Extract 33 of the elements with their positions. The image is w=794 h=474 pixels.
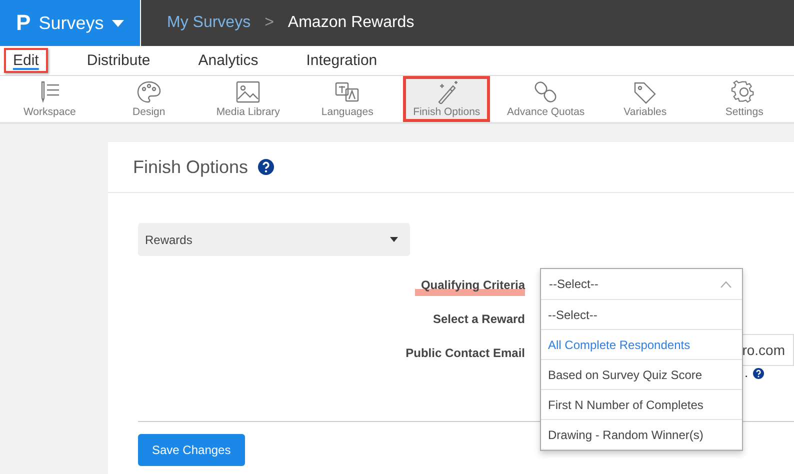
dropdown-option[interactable]: First N Number of Completes <box>541 390 742 420</box>
tab[interactable]: Edit <box>4 48 48 73</box>
caret-icon <box>390 237 398 242</box>
tag-icon <box>632 80 658 104</box>
tab[interactable]: Distribute <box>78 48 160 73</box>
hint-text: . <box>744 366 748 380</box>
palette-icon <box>136 80 162 104</box>
logo: P <box>16 10 31 36</box>
breadcrumb-item[interactable]: My Surveys <box>167 14 251 32</box>
toolbar-button[interactable]: Finish Options <box>403 76 490 122</box>
brand-title: Surveys <box>38 12 104 34</box>
dropdown-option[interactable]: All Complete Respondents <box>541 330 742 360</box>
field-label: Public Contact Email <box>404 345 525 362</box>
help-icon[interactable] <box>258 159 274 175</box>
save-button[interactable]: Save Changes <box>138 434 245 466</box>
tab[interactable]: Analytics <box>189 48 268 73</box>
dropdown-option[interactable]: Drawing - Random Winner(s) <box>541 420 742 450</box>
translate-icon <box>334 80 360 104</box>
caret-icon <box>112 20 124 26</box>
category-select[interactable]: Rewards <box>138 223 410 256</box>
criteria-select[interactable]: --Select-- <box>541 269 742 300</box>
dropdown-option[interactable]: Based on Survey Quiz Score <box>541 360 742 390</box>
help-icon[interactable] <box>753 368 764 378</box>
breadcrumb-separator: > <box>264 14 274 32</box>
chain-icon <box>532 80 559 104</box>
field-label: Select a Reward <box>432 311 525 328</box>
chevron-up-icon <box>720 280 732 288</box>
image-icon <box>235 80 262 104</box>
breadcrumb-item: Amazon Rewards <box>288 14 414 32</box>
dropdown-option[interactable]: --Select-- <box>541 300 742 330</box>
tab[interactable]: Integration <box>297 48 386 73</box>
brand-menu[interactable]: P Surveys <box>0 0 141 46</box>
panel-title: Finish Options <box>133 156 248 178</box>
